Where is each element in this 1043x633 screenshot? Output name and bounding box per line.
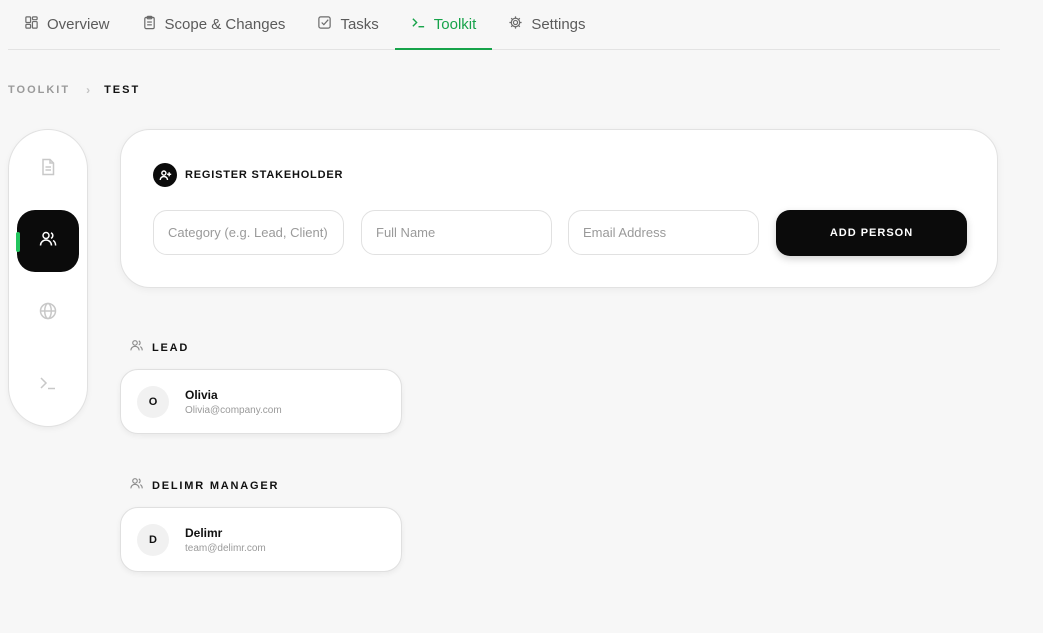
gear-icon xyxy=(508,15,523,34)
active-indicator xyxy=(16,232,20,252)
avatar: D xyxy=(137,524,169,556)
group-header-lead: LEAD xyxy=(129,338,189,358)
person-card[interactable]: D Delimr team@delimr.com xyxy=(120,507,402,572)
email-input[interactable] xyxy=(568,210,759,255)
tab-toolkit-label: Toolkit xyxy=(433,16,477,33)
tab-overview[interactable]: Overview xyxy=(8,0,126,49)
document-icon xyxy=(38,157,58,182)
rail-item-terminal[interactable] xyxy=(17,354,79,416)
tab-tasks[interactable]: Tasks xyxy=(301,0,394,49)
group-label: DELIMR MANAGER xyxy=(152,480,280,492)
rail-item-stakeholders[interactable] xyxy=(16,210,79,272)
users-icon xyxy=(129,338,144,358)
tab-scope-label: Scope & Changes xyxy=(164,16,286,33)
register-stakeholder-card: REGISTER STAKEHOLDER ADD PERSON xyxy=(120,129,998,288)
tab-bar: Overview Scope & Changes Tasks Toolkit S… xyxy=(8,0,1000,50)
group-header-delimr-manager: DELIMR MANAGER xyxy=(129,476,279,496)
tab-settings-label: Settings xyxy=(531,16,586,33)
users-icon xyxy=(129,476,144,496)
terminal-icon xyxy=(38,373,58,398)
group-label: LEAD xyxy=(152,342,190,354)
person-name: Olivia xyxy=(185,388,218,402)
full-name-input[interactable] xyxy=(361,210,552,255)
globe-icon xyxy=(38,301,58,326)
clipboard-icon xyxy=(142,15,157,34)
grid-icon xyxy=(24,15,39,34)
checkbox-icon xyxy=(317,15,332,34)
tab-overview-label: Overview xyxy=(47,16,110,33)
rail-item-web[interactable] xyxy=(17,282,79,344)
card-title: REGISTER STAKEHOLDER xyxy=(185,169,344,181)
rail-item-documents[interactable] xyxy=(17,138,79,200)
avatar: O xyxy=(137,386,169,418)
breadcrumb-root[interactable]: TOOLKIT xyxy=(8,84,70,96)
person-email: team@delimr.com xyxy=(185,543,266,554)
chevron-right-icon: › xyxy=(86,83,91,97)
person-email: Olivia@company.com xyxy=(185,405,282,416)
tab-toolkit[interactable]: Toolkit xyxy=(394,0,493,50)
tab-settings[interactable]: Settings xyxy=(492,0,601,49)
tab-tasks-label: Tasks xyxy=(340,16,379,33)
category-input[interactable] xyxy=(153,210,344,255)
terminal-icon xyxy=(411,15,426,34)
card-header: REGISTER STAKEHOLDER xyxy=(153,163,343,187)
breadcrumb: TOOLKIT › TEST xyxy=(8,83,140,97)
breadcrumb-current: TEST xyxy=(104,84,141,96)
tab-scope-changes[interactable]: Scope & Changes xyxy=(126,0,302,49)
users-icon xyxy=(38,229,58,254)
user-plus-icon xyxy=(153,163,177,187)
person-name: Delimr xyxy=(185,526,223,540)
add-person-button[interactable]: ADD PERSON xyxy=(776,210,967,256)
person-card[interactable]: O Olivia Olivia@company.com xyxy=(120,369,402,434)
tool-rail xyxy=(8,129,88,427)
